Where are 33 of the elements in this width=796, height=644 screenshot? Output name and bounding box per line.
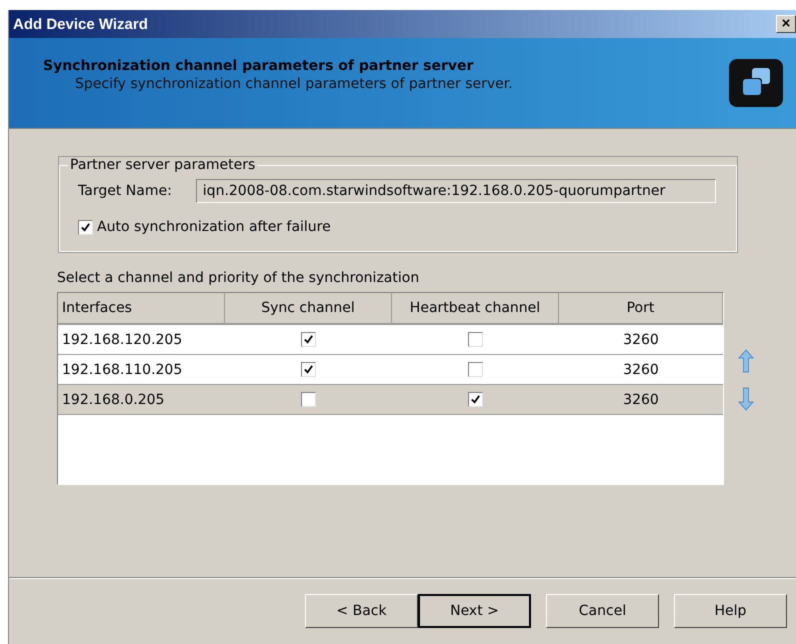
step-description: Specify synchronization channel parameters of partner server. bbox=[74, 76, 513, 92]
window-title: Add Device Wizard bbox=[13, 16, 148, 32]
wizard-button[interactable]: Next > bbox=[418, 594, 531, 628]
port-cell: 3260 bbox=[623, 332, 659, 348]
port-cell: 3260 bbox=[623, 392, 659, 408]
column-header[interactable]: Interfaces bbox=[58, 293, 225, 323]
step-title: Synchronization channel parameters of partner server bbox=[43, 58, 474, 74]
group-title: Partner server parameters bbox=[69, 157, 256, 173]
auto-sync-checkbox[interactable] bbox=[78, 220, 93, 234]
column-header[interactable]: Heartbeat channel bbox=[392, 293, 559, 323]
wizard-button[interactable]: Cancel bbox=[546, 594, 659, 628]
wizard-button[interactable]: Help bbox=[674, 594, 787, 628]
table-caption: Select a channel and priority of the synchronization bbox=[57, 270, 420, 286]
auto-sync-label: Auto synchronization after failure bbox=[97, 219, 331, 235]
close-button[interactable]: × bbox=[776, 15, 796, 33]
interface-cell: 192.168.120.205 bbox=[62, 332, 182, 348]
heartbeat-checkbox[interactable] bbox=[468, 332, 483, 347]
sync-checkbox[interactable] bbox=[301, 392, 316, 407]
move-up-icon[interactable] bbox=[738, 349, 754, 373]
port-cell: 3260 bbox=[623, 362, 659, 378]
move-down-icon[interactable] bbox=[738, 387, 754, 411]
column-header[interactable]: Port bbox=[559, 293, 723, 323]
target-name-label: Target Name: bbox=[78, 183, 172, 199]
table-row[interactable]: 192.168.0.205 3260 bbox=[58, 385, 723, 415]
interface-cell: 192.168.0.205 bbox=[62, 392, 164, 408]
column-header[interactable]: Sync channel bbox=[225, 293, 392, 323]
heartbeat-checkbox[interactable] bbox=[468, 362, 483, 377]
target-name-field[interactable]: iqn.2008-08.com.starwindsoftware:192.168.0.205-quorumpartner bbox=[196, 179, 716, 203]
wizard-button[interactable]: < Back bbox=[305, 594, 418, 628]
sync-checkbox[interactable] bbox=[301, 362, 316, 377]
interface-cell: 192.168.110.205 bbox=[62, 362, 182, 378]
sync-checkbox[interactable] bbox=[301, 332, 316, 347]
heartbeat-checkbox[interactable] bbox=[468, 392, 483, 407]
